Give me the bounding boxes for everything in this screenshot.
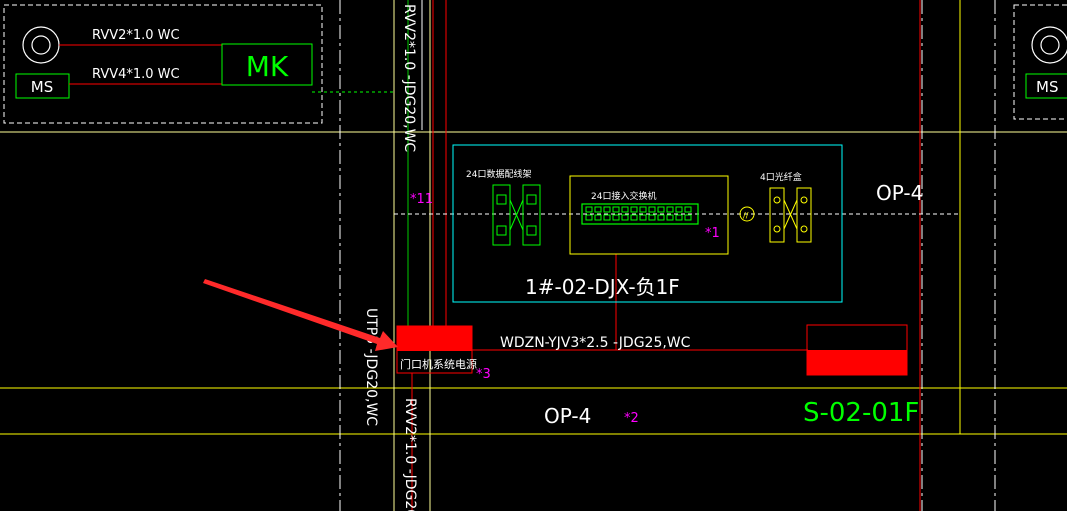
patch-panel-label: 24口数据配线架: [466, 168, 531, 180]
cable-label-rvv2: RVV2*1.0 WC: [92, 28, 180, 43]
switch-port: [612, 206, 620, 213]
patch-panel-icon: [492, 184, 541, 246]
top-left-room: MS RVV2*1.0 WC RVV4*1.0 WC MK: [3, 4, 323, 124]
ms-label: MS: [31, 78, 53, 96]
switch-port: [684, 206, 692, 213]
switch-port: [585, 206, 593, 213]
switch-port: [630, 214, 638, 221]
switch-port: [657, 214, 665, 221]
switch-port: [603, 206, 611, 213]
switch-port: [648, 214, 656, 221]
cad-drawing-canvas: MS RVV2*1.0 WC RVV4*1.0 WC MK MS RVV2*1.…: [0, 0, 1067, 511]
switch-port: [621, 214, 629, 221]
switch-port: [612, 214, 620, 221]
switch-port: [603, 214, 611, 221]
fiber-symbol: //: [743, 211, 749, 220]
speaker-icon: [1031, 26, 1067, 64]
mark-3: *3: [476, 367, 491, 382]
panel-id-label: S-02-01F: [803, 398, 919, 428]
fiber-box-icon: [769, 187, 812, 243]
switch-port: [666, 214, 674, 221]
op-label-bottom: OP-4: [544, 404, 591, 428]
switch-port: [675, 214, 683, 221]
switch-port: [657, 206, 665, 213]
switch-port: [639, 214, 647, 221]
switch-port: [684, 214, 692, 221]
rack-name: 1#-02-DJX-负1F: [525, 275, 680, 299]
vertical-label-upper: RVV2*1.0 -JDG20,WC: [401, 4, 417, 152]
network-rack: 24口数据配线架 24口接入交换机 *1 // 4口光纤盒 1#-02-DJX-…: [452, 144, 843, 303]
switch-port: [630, 206, 638, 213]
switch-port: [594, 214, 602, 221]
mark-2: *2: [624, 411, 639, 426]
mark-11: *11: [410, 192, 433, 207]
switch-port: [666, 206, 674, 213]
ms-label-right: MS: [1036, 78, 1058, 96]
switch-port: [585, 214, 593, 221]
power-supply-label: 门口机系统电源: [400, 357, 477, 371]
op-label-right: OP-4: [876, 181, 923, 205]
fiber-box-label: 4口光纤盒: [760, 171, 802, 183]
vertical-label-lower: RVV2*1.0 -JDG20: [402, 398, 418, 511]
speaker-icon: [22, 26, 60, 64]
switch-label: 24口接入交换机: [591, 190, 656, 202]
switch-port: [594, 206, 602, 213]
switch-port: [639, 206, 647, 213]
cable-label-rvv4: RVV4*1.0 WC: [92, 67, 180, 82]
switch-port: [621, 206, 629, 213]
switch-port: [648, 206, 656, 213]
vertical-label-left: UTP5 -JDG20,WC: [363, 308, 379, 426]
distribution-panel: [806, 324, 908, 376]
mk-label: MK: [246, 50, 289, 83]
top-right-room: MS: [1013, 4, 1067, 120]
power-cable-label: WDZN-YJV3*2.5 -JDG25,WC: [500, 335, 691, 351]
power-supply-box: 门口机系统电源: [396, 325, 477, 374]
switch-mark: *1: [705, 226, 720, 241]
switch-port: [675, 206, 683, 213]
